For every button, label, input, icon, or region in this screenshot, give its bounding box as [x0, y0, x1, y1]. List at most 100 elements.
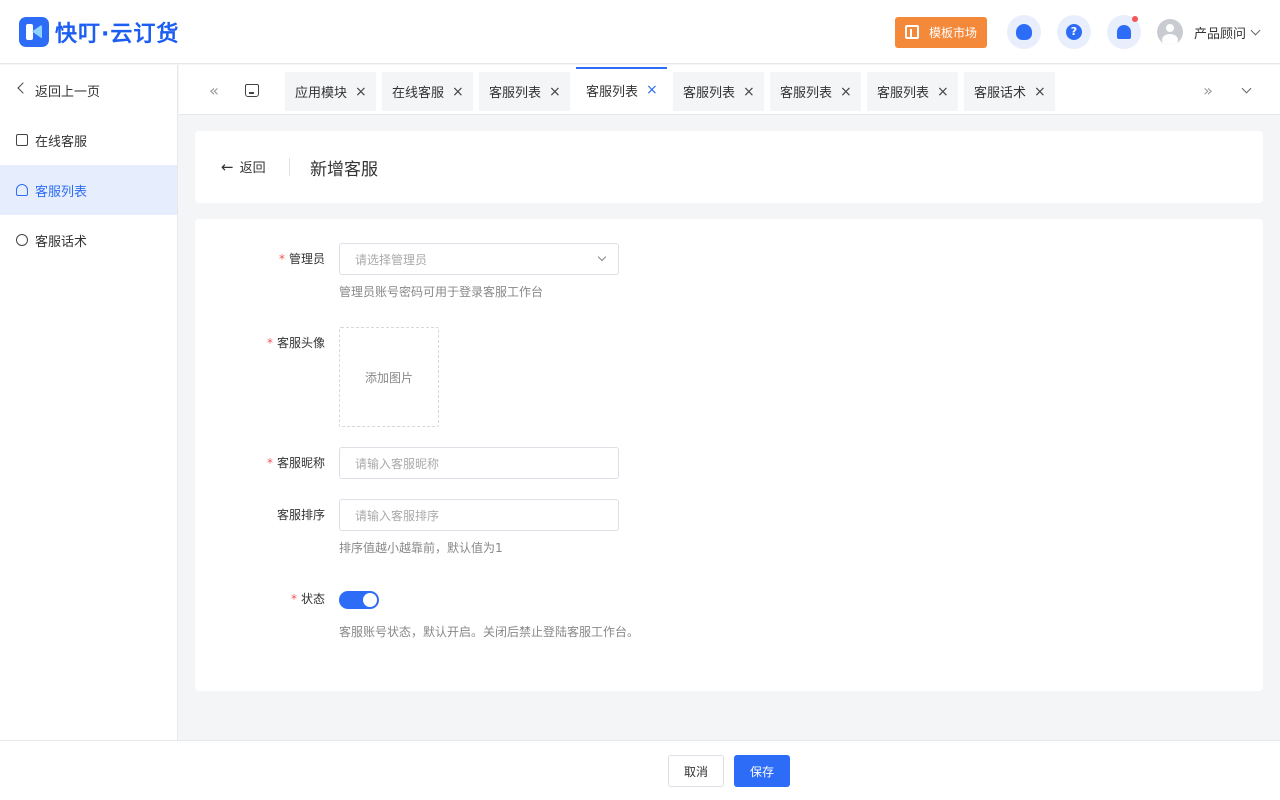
avatar: [1156, 19, 1183, 45]
avatar-label-text: 客服头像: [276, 336, 325, 350]
home-icon: [245, 83, 259, 97]
close-icon[interactable]: ×: [355, 84, 367, 100]
top-header: 快叮·云订货 模板市场 ? 产品顾问: [0, 0, 1280, 64]
close-icon[interactable]: ×: [549, 84, 561, 100]
message-icon: [16, 134, 28, 146]
tab-label: 在线客服: [392, 86, 445, 101]
close-icon[interactable]: ×: [743, 84, 755, 100]
tabs-bar: « 应用模块 × 在线客服 × 客服列表 × 客服列表 × 客服列表 × 客服列…: [179, 65, 1280, 115]
logo-text: 快叮·云订货: [55, 21, 180, 47]
template-icon: [904, 25, 919, 39]
upload-label: 添加图片: [364, 370, 413, 385]
scroll-tabs-left-button[interactable]: «: [203, 65, 225, 115]
nickname-placeholder: 请输入客服昵称: [355, 456, 440, 471]
order-input[interactable]: 请输入客服排序: [339, 499, 619, 531]
template-market-label: 模板市场: [928, 25, 977, 40]
help-icon: ?: [1065, 24, 1082, 40]
user-name: 产品顾问: [1193, 26, 1246, 42]
status-label-text: 状态: [300, 592, 325, 606]
chevron-left-icon: [16, 82, 29, 96]
home-tab-button[interactable]: [241, 65, 263, 115]
tab-service-list[interactable]: 客服列表 ×: [867, 72, 958, 111]
close-icon[interactable]: ×: [646, 82, 658, 98]
headset-icon: [1015, 24, 1032, 40]
tab-service-list-active[interactable]: 客服列表 ×: [576, 67, 667, 111]
nickname-label: * 客服昵称: [195, 454, 325, 471]
logo-icon: [19, 16, 49, 47]
admin-select-placeholder: 请选择管理员: [355, 252, 428, 267]
user-menu[interactable]: 产品顾问: [1156, 19, 1261, 45]
tab-online-service[interactable]: 在线客服 ×: [382, 72, 473, 111]
tab-label: 客服话术: [974, 86, 1027, 101]
arrow-left-icon: ←: [221, 157, 234, 176]
cancel-button[interactable]: 取消: [668, 755, 724, 787]
close-icon[interactable]: ×: [1034, 84, 1046, 100]
back-label: 返回: [239, 161, 266, 176]
nickname-input[interactable]: 请输入客服昵称: [339, 447, 619, 479]
sidebar-item-service-list[interactable]: 客服列表: [0, 165, 177, 215]
sidebar-item-label: 客服列表: [35, 184, 88, 200]
sidebar-back-label: 返回上一页: [35, 84, 101, 100]
close-icon[interactable]: ×: [937, 84, 949, 100]
divider: [289, 158, 290, 176]
users-icon: [16, 184, 28, 196]
order-placeholder: 请输入客服排序: [355, 508, 440, 523]
order-hint: 排序值越小越靠前，默认值为1: [339, 541, 503, 555]
add-service-form: * 管理员 请选择管理员 管理员账号密码可用于登录客服工作台 * 客服头像 添加图片…: [195, 219, 1263, 691]
tab-service-scripts[interactable]: 客服话术 ×: [964, 72, 1055, 111]
tab-app-modules[interactable]: 应用模块 ×: [285, 72, 376, 111]
page-title: 新增客服: [310, 160, 378, 180]
order-label-text: 客服排序: [276, 508, 325, 522]
back-button[interactable]: ← 返回: [221, 157, 266, 177]
double-chevron-left-icon: «: [209, 80, 219, 100]
template-market-button[interactable]: 模板市场: [894, 16, 987, 48]
required-mark: *: [266, 336, 273, 350]
nickname-label-text: 客服昵称: [276, 456, 325, 470]
tab-service-list[interactable]: 客服列表 ×: [479, 72, 570, 111]
avatar-label: * 客服头像: [195, 334, 325, 351]
admin-label-text: 管理员: [288, 252, 325, 266]
save-button[interactable]: 保存: [734, 755, 790, 787]
chevron-down-icon: [1250, 25, 1261, 35]
brand-logo[interactable]: 快叮·云订货: [19, 16, 179, 48]
admin-label: * 管理员: [195, 250, 325, 267]
required-mark: *: [290, 592, 297, 606]
tab-label: 客服列表: [586, 84, 639, 100]
admin-hint: 管理员账号密码可用于登录客服工作台: [339, 285, 544, 299]
close-icon[interactable]: ×: [452, 84, 464, 100]
required-mark: *: [278, 252, 285, 266]
status-hint: 客服账号状态，默认开启。关闭后禁止登陆客服工作台。: [339, 625, 640, 639]
page-header-card: ← 返回 新增客服: [195, 131, 1263, 203]
scroll-tabs-right-button[interactable]: »: [1197, 65, 1219, 115]
order-label: 客服排序: [195, 506, 325, 523]
sidebar-item-service-scripts[interactable]: 客服话术: [0, 215, 177, 265]
notifications-button[interactable]: [1106, 15, 1141, 49]
sidebar-item-label: 在线客服: [35, 134, 88, 150]
sidebar-item-label: 客服话术: [35, 234, 88, 250]
double-chevron-right-icon: »: [1203, 80, 1213, 100]
tab-label: 客服列表: [780, 86, 833, 101]
tab-label: 客服列表: [683, 86, 736, 101]
chat-icon: [16, 234, 28, 246]
form-footer: 取消 保存: [0, 740, 1280, 800]
customer-service-button[interactable]: [1006, 15, 1041, 49]
required-mark: *: [266, 456, 273, 470]
help-button[interactable]: ?: [1056, 15, 1091, 49]
close-icon[interactable]: ×: [840, 84, 852, 100]
status-label: * 状态: [195, 590, 325, 607]
tab-label: 客服列表: [489, 86, 542, 101]
tabs-menu-button[interactable]: [1235, 65, 1257, 115]
sidebar-back-link[interactable]: 返回上一页: [0, 65, 177, 115]
tab-service-list[interactable]: 客服列表 ×: [673, 72, 764, 111]
avatar-upload[interactable]: 添加图片: [339, 327, 439, 427]
bell-icon: [1116, 25, 1131, 39]
admin-select[interactable]: 请选择管理员: [339, 243, 619, 275]
sidebar: 返回上一页 在线客服 客服列表 客服话术: [0, 65, 178, 740]
sidebar-item-online-service[interactable]: 在线客服: [0, 115, 177, 165]
tab-service-list[interactable]: 客服列表 ×: [770, 72, 861, 111]
chevron-down-icon: [597, 252, 607, 262]
notification-dot: [1131, 16, 1138, 22]
status-toggle[interactable]: [339, 591, 379, 609]
tab-label: 客服列表: [877, 86, 930, 101]
tab-label: 应用模块: [295, 86, 348, 101]
